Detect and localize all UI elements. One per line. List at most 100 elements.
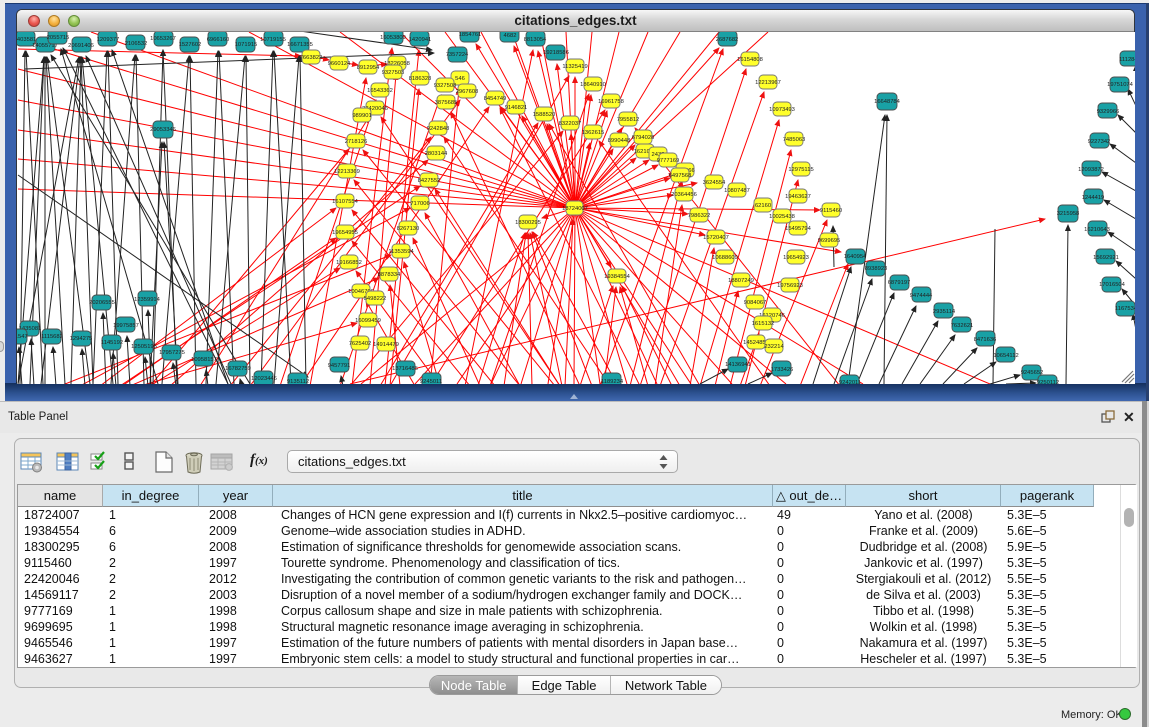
svg-text:1209377: 1209377	[97, 37, 120, 43]
svg-text:9245011: 9245011	[420, 379, 442, 384]
svg-text:1071915: 1071915	[235, 42, 258, 48]
svg-text:1167534: 1167534	[1115, 306, 1135, 312]
svg-text:19218586: 19218586	[543, 50, 569, 56]
svg-text:3624554: 3624554	[703, 180, 726, 186]
svg-text:17957275: 17957275	[159, 350, 185, 356]
svg-text:10654112: 10654112	[993, 353, 1018, 359]
svg-text:18300295: 18300295	[515, 220, 541, 226]
svg-text:11353594: 11353594	[388, 249, 414, 255]
svg-text:13716485: 13716485	[392, 366, 418, 372]
svg-text:18807249: 18807249	[728, 278, 754, 284]
svg-text:1244419: 1244419	[1082, 195, 1105, 201]
svg-text:9327508: 9327508	[434, 83, 457, 89]
svg-text:9115460: 9115460	[820, 208, 842, 214]
svg-text:8454749: 8454749	[484, 96, 507, 102]
svg-text:16671355: 16671355	[287, 42, 313, 48]
svg-text:10807487: 10807487	[724, 188, 750, 194]
svg-text:7485063: 7485063	[783, 137, 806, 143]
svg-text:14136941: 14136941	[725, 362, 751, 368]
svg-text:14914479: 14914479	[373, 342, 399, 348]
svg-text:16099459: 16099459	[355, 318, 381, 324]
svg-text:20206555: 20206555	[89, 300, 115, 306]
svg-text:9242011: 9242011	[839, 380, 861, 384]
svg-text:8912954: 8912954	[357, 65, 380, 71]
svg-text:9084067: 9084067	[744, 300, 767, 306]
svg-text:12359914: 12359914	[134, 297, 161, 303]
svg-text:1362615: 1362615	[582, 130, 605, 136]
svg-text:2106532: 2106532	[125, 41, 148, 47]
svg-text:12213967: 12213967	[755, 80, 781, 86]
svg-text:19654955: 19654955	[332, 230, 358, 236]
svg-text:1615132: 1615132	[752, 321, 775, 327]
svg-text:391547: 391547	[17, 334, 28, 340]
svg-text:9777169: 9777169	[657, 158, 680, 164]
svg-text:3215958: 3215958	[1057, 211, 1080, 217]
svg-text:9135112: 9135112	[287, 379, 309, 384]
svg-text:7986322: 7986322	[688, 213, 711, 219]
svg-text:5498222: 5498222	[364, 296, 387, 302]
svg-text:4682: 4682	[504, 33, 517, 39]
svg-text:2803144: 2803144	[425, 151, 448, 157]
svg-text:10653267: 10653267	[150, 36, 176, 42]
svg-text:20364456: 20364456	[671, 192, 697, 198]
svg-text:15692921: 15692921	[1093, 255, 1119, 261]
svg-text:18640910: 18640910	[580, 82, 606, 88]
svg-text:29053346: 29053346	[150, 127, 176, 133]
svg-text:10958157: 10958157	[191, 357, 217, 363]
svg-text:16648784: 16648784	[874, 99, 901, 105]
svg-text:16154808: 16154808	[737, 57, 763, 63]
svg-text:17016504: 17016504	[1099, 282, 1126, 288]
svg-text:2967608: 2967608	[456, 89, 479, 95]
svg-text:1115682: 1115682	[41, 334, 63, 340]
svg-text:232214: 232214	[764, 344, 784, 350]
svg-text:1189234: 1189234	[601, 379, 624, 384]
svg-text:9242848: 9242848	[427, 126, 450, 132]
svg-text:2055715: 2055715	[47, 35, 70, 41]
svg-text:546: 546	[455, 76, 465, 82]
svg-text:8471636: 8471636	[974, 337, 997, 343]
svg-text:10973493: 10973493	[769, 107, 795, 113]
svg-text:7955812: 7955812	[617, 117, 640, 123]
svg-text:19166852: 19166852	[336, 260, 362, 266]
svg-text:8322037: 8322037	[559, 121, 582, 127]
svg-text:12093872: 12093872	[1078, 167, 1104, 173]
svg-text:1640954: 1640954	[844, 254, 867, 260]
svg-text:16543362: 16543362	[367, 88, 393, 94]
svg-text:9474444: 9474444	[910, 293, 933, 299]
svg-text:16782759: 16782759	[225, 366, 251, 372]
svg-text:15495794: 15495794	[785, 226, 812, 232]
svg-text:19751074: 19751074	[1107, 82, 1134, 88]
svg-text:20691406: 20691406	[68, 43, 94, 49]
svg-text:8938923: 8938923	[865, 266, 888, 272]
svg-text:8990448: 8990448	[608, 138, 631, 144]
svg-text:9329966: 9329966	[1097, 109, 1120, 115]
svg-text:1854761: 1854761	[459, 32, 482, 38]
svg-text:3875685: 3875685	[435, 100, 458, 106]
svg-text:16961758: 16961758	[598, 99, 624, 105]
svg-text:9227342: 9227342	[1088, 139, 1111, 145]
svg-text:7663822: 7663822	[300, 55, 323, 61]
svg-text:10719155: 10719155	[260, 37, 286, 43]
svg-text:2935114: 2935114	[933, 309, 956, 315]
svg-text:1112842: 1112842	[1119, 57, 1135, 63]
svg-text:9457791: 9457791	[328, 363, 351, 369]
svg-text:1733426: 1733426	[771, 367, 794, 373]
svg-text:7632621: 7632621	[951, 323, 974, 329]
svg-text:62160: 62160	[755, 203, 771, 209]
svg-text:10025438: 10025438	[769, 214, 795, 220]
svg-text:19463627: 19463627	[785, 194, 811, 200]
svg-text:16210643: 16210643	[1084, 227, 1110, 233]
svg-text:1527602: 1527602	[179, 42, 202, 48]
svg-text:1294275: 1294275	[70, 336, 93, 342]
svg-text:9660124: 9660124	[328, 61, 351, 67]
svg-text:2687682: 2687682	[716, 37, 739, 43]
svg-text:19975857: 19975857	[113, 323, 139, 329]
svg-text:8427552: 8427552	[418, 178, 441, 184]
svg-text:717006: 717006	[410, 201, 429, 207]
svg-text:12975115: 12975115	[788, 167, 813, 173]
svg-text:19384554: 19384554	[604, 274, 631, 280]
svg-text:16053809: 16053809	[380, 35, 406, 41]
svg-text:1145192: 1145192	[101, 340, 123, 346]
svg-text:12213369: 12213369	[334, 169, 360, 175]
svg-text:9250112: 9250112	[1037, 380, 1059, 384]
